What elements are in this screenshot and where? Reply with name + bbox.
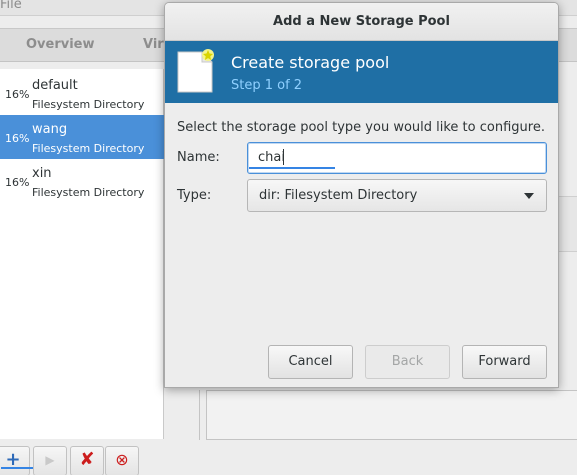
instruction-text: Select the storage pool type you would l… — [177, 120, 545, 135]
forward-button[interactable]: Forward — [462, 345, 547, 379]
type-label: Type: — [177, 188, 212, 203]
storage-pool-list: 16% default Filesystem Directory 16% wan… — [0, 69, 164, 439]
pool-item-default[interactable]: 16% default Filesystem Directory — [0, 71, 164, 115]
type-dropdown-value: dir: Filesystem Directory — [259, 188, 418, 203]
back-button[interactable]: Back — [365, 345, 450, 379]
pool-name: default — [32, 78, 78, 93]
start-pool-button[interactable]: ▶ — [33, 446, 67, 475]
red-x-icon: ✘ — [79, 449, 95, 470]
stop-icon: ⊗ — [115, 450, 129, 469]
storage-pool-new-icon — [177, 49, 214, 93]
pool-usage: 16% — [5, 176, 30, 189]
pool-usage: 16% — [5, 132, 30, 145]
type-dropdown[interactable]: dir: Filesystem Directory — [247, 179, 547, 212]
pool-type: Filesystem Directory — [32, 142, 145, 155]
text-caret — [283, 149, 284, 165]
play-icon: ▶ — [45, 453, 55, 467]
name-label: Name: — [177, 150, 220, 165]
tab-overview[interactable]: Overview — [26, 37, 95, 52]
delete-pool-button[interactable]: ✘ — [70, 446, 104, 475]
pool-item-wang[interactable]: 16% wang Filesystem Directory — [0, 115, 164, 159]
stop-pool-button[interactable]: ⊗ — [105, 446, 139, 475]
cancel-button[interactable]: Cancel — [268, 345, 353, 379]
dialog-titlebar[interactable]: Add a New Storage Pool — [165, 3, 558, 41]
pool-item-xin[interactable]: 16% xin Filesystem Directory — [0, 159, 164, 203]
add-pool-button[interactable]: + — [0, 446, 45, 475]
menu-file[interactable]: File — [0, 0, 22, 12]
wizard-title: Create storage pool — [231, 53, 390, 72]
focus-underline — [249, 167, 335, 169]
pool-type: Filesystem Directory — [32, 186, 145, 199]
pool-toolbar: + ▶ ✘ ⊗ — [0, 445, 577, 475]
pool-usage: 16% — [5, 88, 30, 101]
pool-name: wang — [32, 122, 68, 137]
chevron-down-icon — [524, 193, 534, 199]
volume-detail-panel — [206, 390, 577, 440]
add-storage-pool-dialog: Add a New Storage Pool Create storage po… — [164, 2, 559, 388]
name-field[interactable]: chai — [247, 142, 547, 174]
pool-type: Filesystem Directory — [32, 98, 145, 111]
pool-name: xin — [32, 166, 52, 181]
wizard-step-indicator: Step 1 of 2 — [231, 78, 303, 93]
name-field-value: chai — [258, 150, 285, 165]
background-panel-edge — [558, 196, 577, 252]
dialog-title: Add a New Storage Pool — [273, 14, 450, 29]
wizard-header: Create storage pool Step 1 of 2 — [165, 41, 558, 103]
